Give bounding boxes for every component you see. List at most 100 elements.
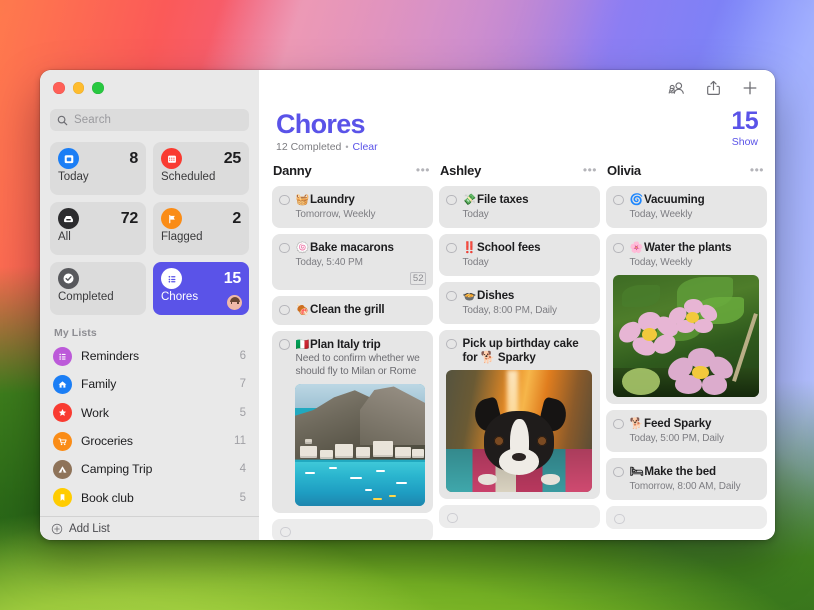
task-card-new[interactable]	[439, 505, 600, 528]
task-card[interactable]: Pick up birthday cake for 🐕 Sparky	[439, 330, 600, 499]
task-card[interactable]: 🇮🇹Plan Italy trip Need to confirm whethe…	[272, 331, 433, 514]
task-card[interactable]: 🍲Dishes Today, 8:00 PM, Daily	[439, 282, 600, 324]
smart-list-label: All	[58, 231, 138, 243]
sidebar-item-count: 6	[240, 350, 246, 362]
sidebar-item-reminders[interactable]: Reminders 6	[47, 342, 252, 370]
task-emoji: 🛏	[630, 466, 644, 478]
task-checkbox[interactable]	[613, 419, 624, 430]
list-icon	[161, 268, 182, 289]
task-checkbox[interactable]	[279, 339, 290, 350]
task-card[interactable]: 🐕Feed Sparky Today, 5:00 PM, Daily	[606, 410, 767, 452]
sidebar-item-book-club[interactable]: Book club 5	[47, 483, 252, 511]
sidebar-item-label: Family	[81, 377, 231, 391]
share-icon[interactable]	[703, 78, 723, 98]
task-card[interactable]: 🧺Laundry Tomorrow, Weekly	[272, 186, 433, 228]
task-card[interactable]: 🍥Bake macarons Today, 5:40 PM 52	[272, 234, 433, 290]
task-checkbox[interactable]	[613, 243, 624, 254]
search-input[interactable]: Search	[50, 109, 249, 131]
task-photo-italy-coast[interactable]	[295, 384, 425, 506]
task-photo-flowers[interactable]	[613, 275, 759, 397]
task-card[interactable]: 🌀Vacuuming Today, Weekly	[606, 186, 767, 228]
task-title: 🧺Laundry	[296, 193, 426, 208]
task-emoji: 💸	[463, 194, 477, 206]
task-card[interactable]: 🌸Water the plants Today, Weekly	[606, 234, 767, 404]
task-due: Today, 8:00 PM, Daily	[463, 305, 593, 317]
task-title: 🇮🇹Plan Italy trip	[296, 338, 426, 353]
task-title: 🍖Clean the grill	[296, 303, 426, 318]
task-title: 🍥Bake macarons	[296, 241, 426, 256]
add-reminder-icon[interactable]	[740, 78, 760, 98]
calendar-icon	[161, 148, 182, 169]
checkmark-icon	[58, 268, 79, 289]
add-list-button[interactable]: Add List	[40, 516, 259, 540]
smart-list-flagged[interactable]: 2 Flagged	[153, 202, 249, 255]
task-checkbox[interactable]	[614, 514, 625, 525]
sidebar-item-camping-trip[interactable]: Camping Trip 4	[47, 455, 252, 483]
column-tasks: 🌀Vacuuming Today, Weekly	[606, 186, 767, 535]
task-card[interactable]: 🛏Make the bed Tomorrow, 8:00 AM, Daily	[606, 458, 767, 500]
smart-list-today[interactable]: 8 Today	[50, 142, 146, 195]
task-card[interactable]: 🍖Clean the grill	[272, 296, 433, 325]
task-checkbox[interactable]	[446, 195, 457, 206]
task-card-new[interactable]	[606, 506, 767, 529]
smart-list-all[interactable]: 72 All	[50, 202, 146, 255]
bookmark-icon	[53, 488, 72, 507]
minimize-button[interactable]	[73, 82, 85, 94]
task-checkbox[interactable]	[613, 467, 624, 478]
task-checkbox[interactable]	[613, 195, 624, 206]
task-photo-dog[interactable]	[446, 370, 592, 492]
my-lists-header: My Lists	[40, 315, 259, 342]
task-checkbox[interactable]	[446, 339, 457, 350]
column-header: Olivia •••	[606, 161, 767, 179]
task-card-new[interactable]	[272, 519, 433, 540]
sidebar-item-family[interactable]: Family 7	[47, 370, 252, 398]
clear-button[interactable]: Clear	[353, 141, 378, 153]
task-card[interactable]: 💸File taxes Today	[439, 186, 600, 228]
task-checkbox[interactable]	[279, 243, 290, 254]
task-checkbox[interactable]	[446, 291, 457, 302]
column-tasks: 💸File taxes Today	[439, 186, 600, 534]
smart-list-chores[interactable]: 15 Chores	[153, 262, 249, 315]
show-button[interactable]: Show	[731, 136, 758, 148]
task-checkbox[interactable]	[447, 513, 458, 524]
close-button[interactable]	[53, 82, 65, 94]
task-title: ‼️School fees	[463, 241, 593, 256]
column-more-button[interactable]: •••	[750, 167, 764, 173]
sidebar-item-label: Work	[81, 406, 231, 420]
reminders-window: Search 8 Today	[40, 70, 775, 540]
column-danny: Danny ••• 🧺Laundry Tomorro	[272, 161, 433, 540]
sidebar-item-groceries[interactable]: Groceries 11	[47, 427, 252, 455]
sidebar-item-count: 7	[240, 378, 246, 390]
sidebar-item-count: 5	[240, 492, 246, 504]
task-due: Today, Weekly	[630, 209, 760, 221]
task-emoji: 🍥	[296, 242, 310, 254]
task-checkbox[interactable]	[446, 243, 457, 254]
smart-list-completed[interactable]: Completed	[50, 262, 146, 315]
smart-list-scheduled[interactable]: 25 Scheduled	[153, 142, 249, 195]
my-lists: Reminders 6 Family 7	[40, 342, 259, 540]
column-more-button[interactable]: •••	[416, 167, 430, 173]
column-tasks: 🧺Laundry Tomorrow, Weekly	[272, 186, 433, 540]
list-icon	[53, 347, 72, 366]
column-more-button[interactable]: •••	[583, 167, 597, 173]
tent-icon	[53, 460, 72, 479]
task-checkbox[interactable]	[279, 305, 290, 316]
avatar	[227, 295, 242, 310]
window-controls	[40, 70, 259, 100]
sidebar-item-count: 5	[240, 407, 246, 419]
task-checkbox[interactable]	[279, 195, 290, 206]
share-people-icon[interactable]	[666, 78, 686, 98]
inbox-icon	[58, 208, 79, 229]
house-icon	[53, 375, 72, 394]
task-emoji: 🧺	[296, 194, 310, 206]
zoom-button[interactable]	[92, 82, 104, 94]
column-header: Ashley •••	[439, 161, 600, 179]
task-checkbox[interactable]	[280, 527, 291, 538]
sidebar-item-count: 11	[234, 435, 246, 447]
sidebar-item-work[interactable]: Work 5	[47, 399, 252, 427]
task-card[interactable]: ‼️School fees Today	[439, 234, 600, 276]
column-olivia: Olivia ••• 🌀Vacuuming Toda	[606, 161, 767, 540]
task-emoji: 🍲	[463, 290, 477, 302]
task-emoji: ‼️	[463, 242, 477, 254]
task-due: Today	[463, 257, 593, 269]
